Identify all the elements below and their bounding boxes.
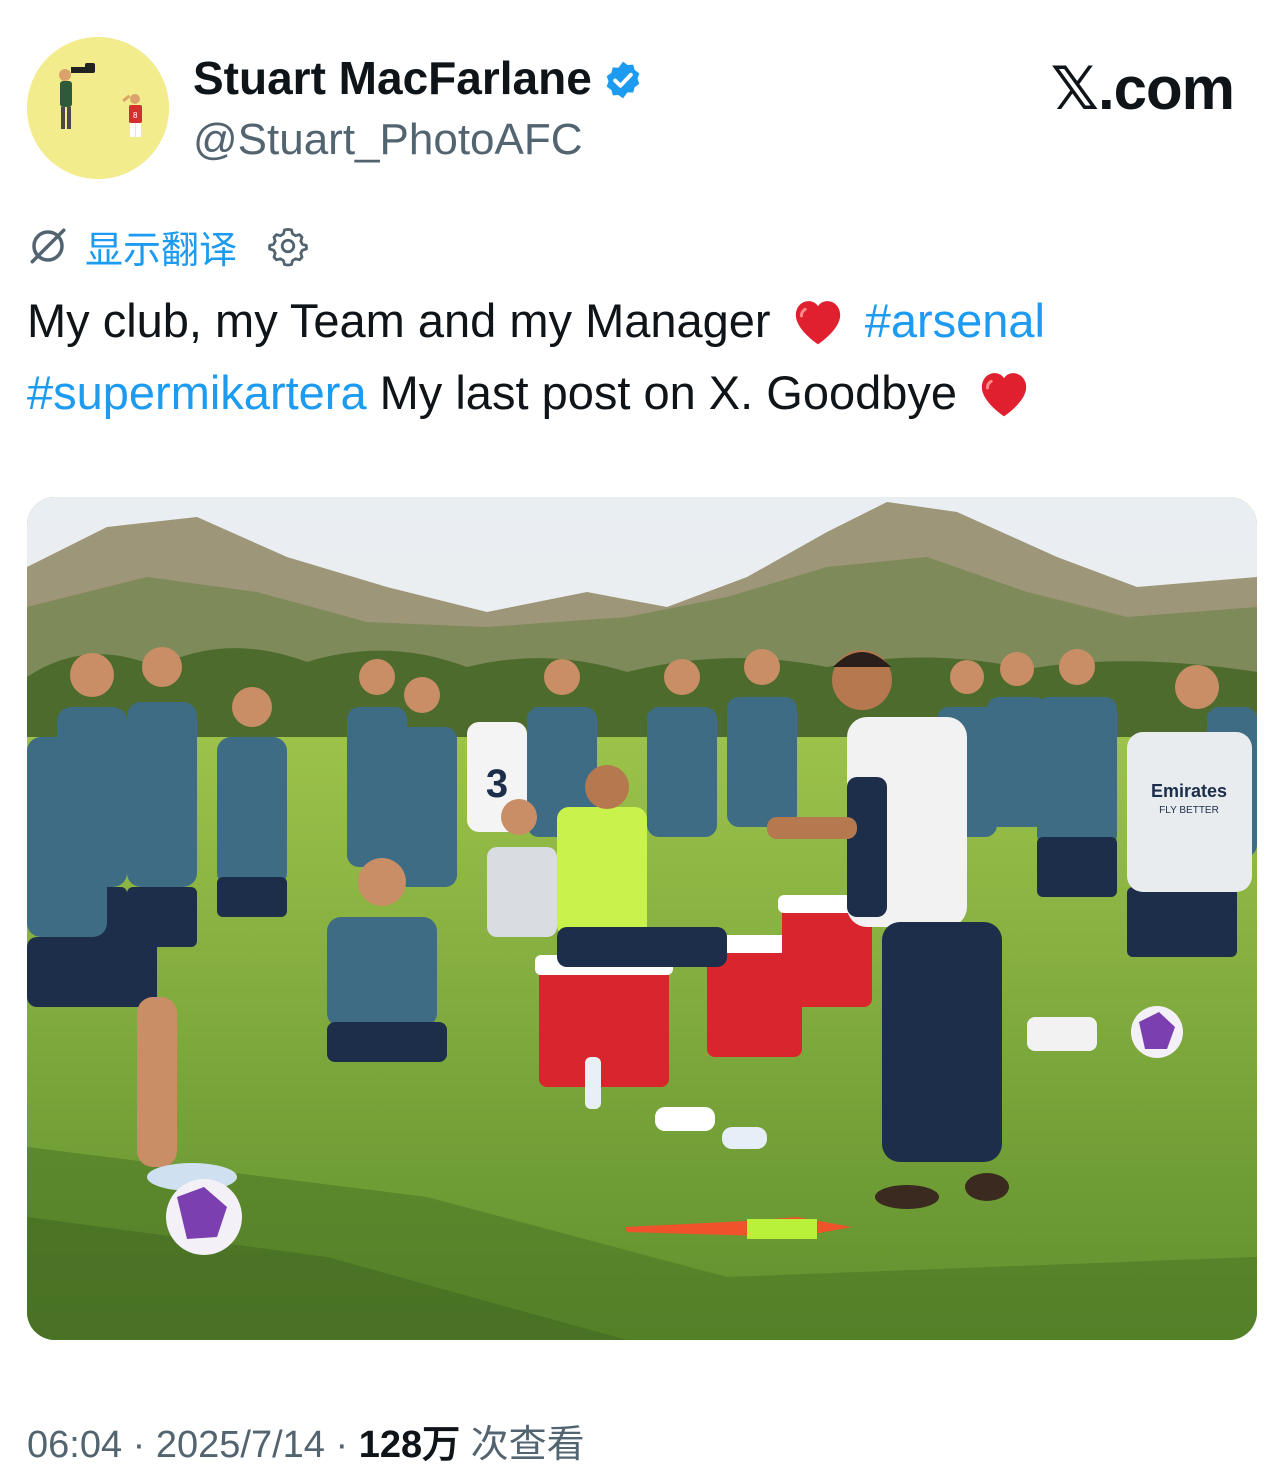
tweet-text-part2: My last post on X. Goodbye bbox=[379, 366, 958, 419]
training-session-illustration: 3 Emirates FLY BETTER bbox=[27, 497, 1257, 1340]
gear-icon[interactable] bbox=[267, 225, 309, 267]
meta-separator: · bbox=[324, 1424, 359, 1466]
red-heart-icon bbox=[976, 367, 1032, 419]
hashtag-arsenal[interactable]: #arsenal bbox=[865, 294, 1045, 347]
bib-number: 3 bbox=[486, 762, 508, 806]
author-display-name[interactable]: Stuart MacFarlane bbox=[193, 50, 592, 106]
author-handle[interactable]: @Stuart_PhotoAFC bbox=[193, 112, 583, 168]
shirt-sponsor-text: Emirates bbox=[1151, 781, 1227, 801]
views-label: 次查看 bbox=[460, 1424, 585, 1466]
author-name[interactable]: Stuart MacFarlane bbox=[193, 50, 644, 106]
tweet-text: My club, my Team and my Manager #arsenal… bbox=[27, 285, 1257, 429]
tweet-time[interactable]: 06:04 bbox=[27, 1424, 122, 1466]
author-avatar[interactable]: 8 bbox=[27, 37, 169, 179]
views-count: 128万 bbox=[358, 1424, 461, 1466]
translate-row: 显示翻译 bbox=[27, 218, 309, 274]
show-translation-link[interactable]: 显示翻译 bbox=[85, 219, 237, 274]
verified-badge-icon bbox=[602, 57, 644, 99]
tweet-date[interactable]: 2025/7/14 bbox=[156, 1424, 325, 1466]
x-brand-logo: 𝕏.com bbox=[1050, 55, 1235, 122]
shirt-sponsor-subtext: FLY BETTER bbox=[1159, 805, 1219, 816]
red-heart-icon bbox=[790, 295, 846, 347]
hashtag-supermikartera[interactable]: #supermikartera bbox=[27, 366, 367, 419]
meta-separator: · bbox=[122, 1424, 156, 1466]
tweet-text-part1: My club, my Team and my Manager bbox=[27, 294, 771, 347]
tweet-media-photo[interactable]: 3 Emirates FLY BETTER bbox=[27, 497, 1257, 1340]
avatar-illustration: 8 bbox=[27, 37, 169, 179]
no-translate-icon bbox=[27, 225, 69, 267]
svg-text:8: 8 bbox=[133, 111, 138, 120]
tweet-meta: 06:04 · 2025/7/14 · 128万 次查看 bbox=[27, 1420, 585, 1470]
